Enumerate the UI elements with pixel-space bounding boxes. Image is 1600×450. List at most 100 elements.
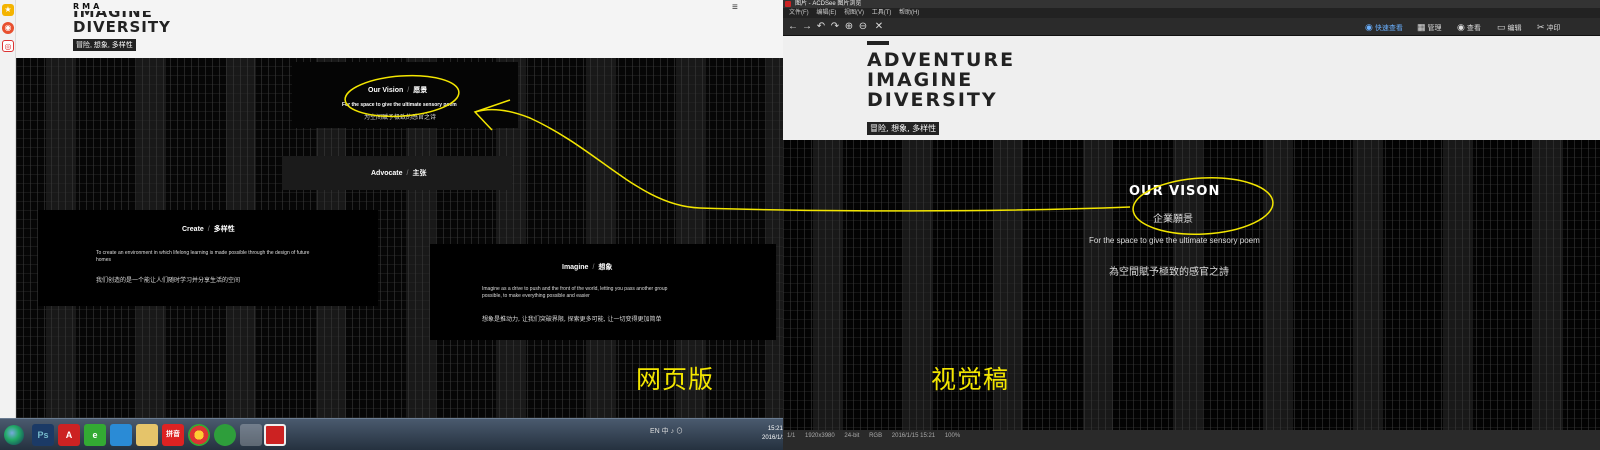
desktop: ★ ◉ ◎ RMA IMAGINE DIVERSITY 冒险, 想象, 多样性 … — [0, 0, 1600, 450]
rotate-left-icon[interactable]: ↶ — [815, 21, 827, 33]
system-tray[interactable]: EN 中 ♪ ⊙ — [650, 426, 760, 442]
image-viewer-window: 图片 - ACDSee 图片浏览 文件(F) 编辑(E) 视图(V) 工具(T)… — [783, 0, 1600, 450]
design-header: ADVENTURE IMAGINE DIVERSITY 冒险, 想象, 多样性 — [783, 36, 1600, 140]
vision-title: Our Vision / 愿景 — [368, 85, 427, 95]
advocate-card[interactable]: Advocate / 主张 — [282, 156, 512, 190]
create-title-en: Create — [182, 226, 204, 233]
website-header: RMA IMAGINE DIVERSITY 冒险, 想象, 多样性 ≡ — [16, 0, 792, 58]
vision-text-cn: 为空间赋予极致的感官之诗 — [364, 114, 437, 121]
viewer-toolbar: ← → ↶ ↷ ⊕ ⊖ ✕ ◉ 快速查看 ▦ 管理 ◉ 查看 ▭ 编辑 ✂ 冲印 — [783, 18, 1600, 36]
windows-taskbar: Ps A e 拼音 EN 中 ♪ ⊙ 15:21 2016/1/15 — [0, 418, 790, 450]
app-taskbar-icon[interactable] — [110, 424, 132, 446]
start-button[interactable] — [4, 425, 24, 445]
design-title-line-2: IMAGINE — [867, 69, 974, 91]
design-vision-poem-cn: 為空間賦予極致的感官之詩 — [1109, 267, 1229, 278]
chrome-taskbar-icon[interactable] — [188, 424, 210, 446]
wechat-taskbar-icon[interactable] — [214, 424, 236, 446]
vision-card[interactable]: Our Vision / 愿景 For the space to give the … — [292, 62, 518, 128]
tagline: 冒险, 想象, 多样性 — [73, 39, 136, 51]
browser-sidebar: ★ ◉ ◎ — [0, 0, 16, 432]
design-title-line-1: ADVENTURE — [867, 49, 1016, 71]
develop-label: 冲印 — [1546, 25, 1561, 32]
design-vision-title: OUR VISON — [1129, 184, 1221, 199]
vision-text: For the space to give the ultimate senso… — [342, 102, 457, 108]
menu-edit[interactable]: 编辑(E) — [816, 10, 836, 16]
viewer-window-title: 图片 - ACDSee 图片浏览 — [795, 1, 862, 7]
status-date: 2016/1/15 15:21 — [891, 433, 936, 439]
design-title-line-3: DIVERSITY — [867, 89, 998, 111]
bookmark-icon[interactable]: ◎ — [2, 40, 14, 52]
quick-view-label: 快速查看 — [1374, 25, 1403, 32]
view-button[interactable]: ◉ 查看 — [1457, 21, 1481, 33]
view-eye-icon: ◉ — [1457, 22, 1465, 32]
menu-file[interactable]: 文件(F) — [789, 10, 809, 16]
viewer-title-bar: 图片 - ACDSee 图片浏览 — [783, 0, 1600, 8]
status-color-mode: RGB — [869, 433, 883, 439]
previous-icon[interactable]: ← — [787, 21, 799, 33]
imagine-title-en: Imagine — [562, 264, 589, 271]
create-text: To create an environment in which lifelo… — [96, 250, 310, 263]
menu-view[interactable]: 视图(V) — [844, 10, 864, 16]
weibo-icon[interactable]: ◉ — [2, 22, 14, 34]
advocate-title: Advocate / 主张 — [371, 168, 426, 178]
grid-icon: ▦ — [1417, 22, 1426, 32]
advocate-title-cn: 主张 — [412, 170, 427, 177]
advocate-title-en: Advocate — [371, 170, 403, 177]
separator: / — [407, 87, 410, 94]
edit-button[interactable]: ▭ 编辑 — [1497, 21, 1522, 33]
view-label: 查看 — [1466, 25, 1481, 32]
vision-title-cn: 愿景 — [413, 87, 428, 94]
brand-logo[interactable]: RMA — [73, 2, 102, 11]
status-zoom: 100% — [944, 433, 961, 439]
menu-help[interactable]: 帮助(H) — [899, 10, 919, 16]
imagine-text: Imagine as a drive to push and the front… — [482, 286, 668, 299]
next-icon[interactable]: → — [801, 21, 813, 33]
acrobat-taskbar-icon[interactable]: A — [58, 424, 80, 446]
manage-label: 管理 — [1427, 25, 1442, 32]
viewer-app-icon — [785, 1, 791, 7]
vision-title-en: Our Vision — [368, 87, 404, 94]
design-vision-title-cn: 企業願景 — [1153, 214, 1193, 225]
web-version-label: 网页版 — [636, 365, 715, 394]
separator: / — [592, 264, 595, 271]
imagine-title-cn: 想象 — [598, 264, 613, 271]
edit-label: 编辑 — [1507, 25, 1522, 32]
viewer-taskbar-icon[interactable] — [240, 424, 262, 446]
zoom-in-icon[interactable]: ⊕ — [843, 21, 855, 33]
status-dimensions: 1920x3980 — [805, 433, 835, 439]
image-viewer-taskbar-icon[interactable] — [264, 424, 286, 446]
viewer-menu-bar: 文件(F) 编辑(E) 视图(V) 工具(T) 帮助(H) — [783, 8, 1600, 18]
headline-line-2: DIVERSITY — [73, 18, 171, 36]
status-index: 1/1 — [787, 433, 796, 439]
eye-icon: ◉ — [1365, 22, 1373, 32]
title-accent-bar — [867, 41, 889, 45]
imagine-text-cn: 想象是推动力, 让我们突破界限, 探索更多可能, 让一切变得更加简单 — [482, 316, 662, 323]
design-vision-poem: For the space to give the ultimate senso… — [1089, 236, 1260, 245]
menu-tools[interactable]: 工具(T) — [872, 10, 892, 16]
status-bit-depth: 24-bit — [844, 433, 860, 439]
folder-taskbar-icon[interactable] — [136, 424, 158, 446]
input-method-taskbar-icon[interactable]: 拼音 — [162, 424, 184, 446]
edit-icon: ▭ — [1497, 22, 1506, 32]
separator: / — [406, 170, 409, 177]
viewer-status-bar: 1/1 1920x3980 24-bit RGB 2016/1/15 15:21… — [783, 430, 1600, 450]
create-title: Create / 多样性 — [182, 224, 235, 234]
photoshop-taskbar-icon[interactable]: Ps — [32, 424, 54, 446]
create-title-cn: 多样性 — [213, 226, 235, 233]
close-icon[interactable]: ✕ — [873, 21, 885, 33]
separator: / — [207, 226, 210, 233]
develop-button[interactable]: ✂ 冲印 — [1537, 21, 1561, 33]
favorites-icon[interactable]: ★ — [2, 4, 14, 16]
browser-window: ★ ◉ ◎ RMA IMAGINE DIVERSITY 冒险, 想象, 多样性 … — [0, 0, 800, 432]
manage-button[interactable]: ▦ 管理 — [1417, 21, 1442, 33]
quick-view-button[interactable]: ◉ 快速查看 — [1365, 21, 1403, 33]
rotate-right-icon[interactable]: ↷ — [829, 21, 841, 33]
zoom-out-icon[interactable]: ⊖ — [857, 21, 869, 33]
browser-taskbar-icon[interactable]: e — [84, 424, 106, 446]
develop-icon: ✂ — [1537, 22, 1545, 32]
imagine-title: Imagine / 想象 — [562, 262, 612, 272]
create-card[interactable]: Create / 多样性 To create an environment in w… — [38, 210, 378, 306]
imagine-card[interactable]: Imagine / 想象 Imagine as a drive to push an… — [430, 244, 776, 340]
design-tagline: 冒险, 想象, 多样性 — [867, 122, 940, 135]
hamburger-menu-icon[interactable]: ≡ — [732, 2, 738, 13]
